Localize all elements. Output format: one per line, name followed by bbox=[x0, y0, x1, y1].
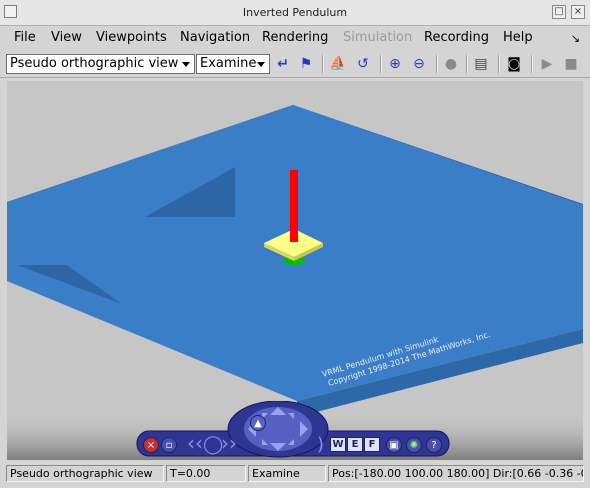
toolbar-separator bbox=[380, 55, 382, 73]
nav-up-icon[interactable]: ▲ bbox=[250, 415, 266, 431]
close-nav-icon[interactable]: × bbox=[143, 437, 159, 453]
restore-icon[interactable]: ↺ bbox=[352, 54, 374, 74]
navigation-panel-shape: ‹‹ ◯ ›› ) bbox=[136, 401, 450, 458]
menu-bar: File View Viewpoints Navigation Renderin… bbox=[0, 26, 590, 50]
status-time: T=0.00 bbox=[166, 465, 246, 482]
title-bar: Inverted Pendulum □ × bbox=[0, 0, 590, 26]
svg-text:): ) bbox=[317, 434, 324, 455]
navigation-select[interactable]: Examine bbox=[196, 54, 270, 74]
menu-navigation[interactable]: Navigation bbox=[180, 30, 250, 45]
navigation-select-value: Examine bbox=[200, 56, 257, 71]
return-icon[interactable]: ↵ bbox=[272, 54, 294, 74]
clipboard-icon[interactable]: ▤ bbox=[470, 54, 492, 74]
menu-simulation[interactable]: Simulation bbox=[343, 30, 412, 45]
menu-rendering[interactable]: Rendering bbox=[262, 30, 328, 45]
help-nav-button[interactable]: ? bbox=[426, 437, 442, 453]
menu-file[interactable]: File bbox=[14, 30, 36, 45]
record-dot-icon[interactable]: ● bbox=[440, 54, 462, 74]
window-title: Inverted Pendulum bbox=[242, 6, 348, 19]
toolbar-separator bbox=[531, 55, 533, 73]
chevron-down-icon bbox=[257, 62, 265, 67]
status-position: Pos:[-180.00 100.00 180.00] Dir:[0.66 -0… bbox=[328, 465, 584, 482]
status-viewpoint: Pseudo orthographic view bbox=[6, 465, 164, 482]
viewpoint-select[interactable]: Pseudo orthographic view bbox=[6, 54, 195, 74]
close-button[interactable]: × bbox=[571, 5, 585, 19]
stop-icon[interactable]: ■ bbox=[560, 54, 582, 74]
camera-icon[interactable]: ◙ bbox=[503, 54, 525, 74]
zoom-in-icon[interactable]: ⊕ bbox=[384, 54, 406, 74]
svg-text:››: ›› bbox=[221, 431, 237, 455]
headlight-icon[interactable]: ✺ bbox=[406, 437, 422, 453]
maximize-button[interactable]: □ bbox=[552, 5, 566, 19]
menu-view[interactable]: View bbox=[51, 30, 82, 45]
ground-icon[interactable]: ⛵ bbox=[327, 54, 349, 74]
walk-mode-button[interactable]: W bbox=[330, 437, 346, 452]
menu-help[interactable]: Help bbox=[503, 30, 533, 45]
toolbar-separator bbox=[322, 55, 324, 73]
flag-icon[interactable]: ⚑ bbox=[295, 54, 317, 74]
svg-text:‹‹: ‹‹ bbox=[187, 431, 203, 455]
status-mode: Examine bbox=[248, 465, 326, 482]
viewpoint-select-value: Pseudo orthographic view bbox=[10, 56, 179, 71]
chevron-down-icon bbox=[182, 62, 190, 67]
viewpoint-icon[interactable]: ▣ bbox=[386, 437, 402, 453]
menu-recording[interactable]: Recording bbox=[424, 30, 489, 45]
pendulum-pole bbox=[290, 170, 298, 242]
minimize-nav-icon[interactable]: ▫ bbox=[161, 437, 177, 453]
toolbar-separator bbox=[436, 55, 438, 73]
fly-mode-button[interactable]: F bbox=[364, 437, 380, 452]
menu-viewpoints[interactable]: Viewpoints bbox=[96, 30, 167, 45]
toolbar: Pseudo orthographic view Examine ↵ ⚑ ⛵ ↺… bbox=[0, 50, 590, 78]
examine-mode-button[interactable]: E bbox=[347, 437, 363, 452]
toolbar-separator bbox=[498, 55, 500, 73]
play-icon[interactable]: ▶ bbox=[536, 54, 558, 74]
zoom-out-icon[interactable]: ⊖ bbox=[408, 54, 430, 74]
menu-overflow-icon[interactable]: ↘ bbox=[571, 32, 580, 45]
toolbar-separator bbox=[466, 55, 468, 73]
status-bar: Pseudo orthographic view T=0.00 Examine … bbox=[0, 463, 590, 488]
